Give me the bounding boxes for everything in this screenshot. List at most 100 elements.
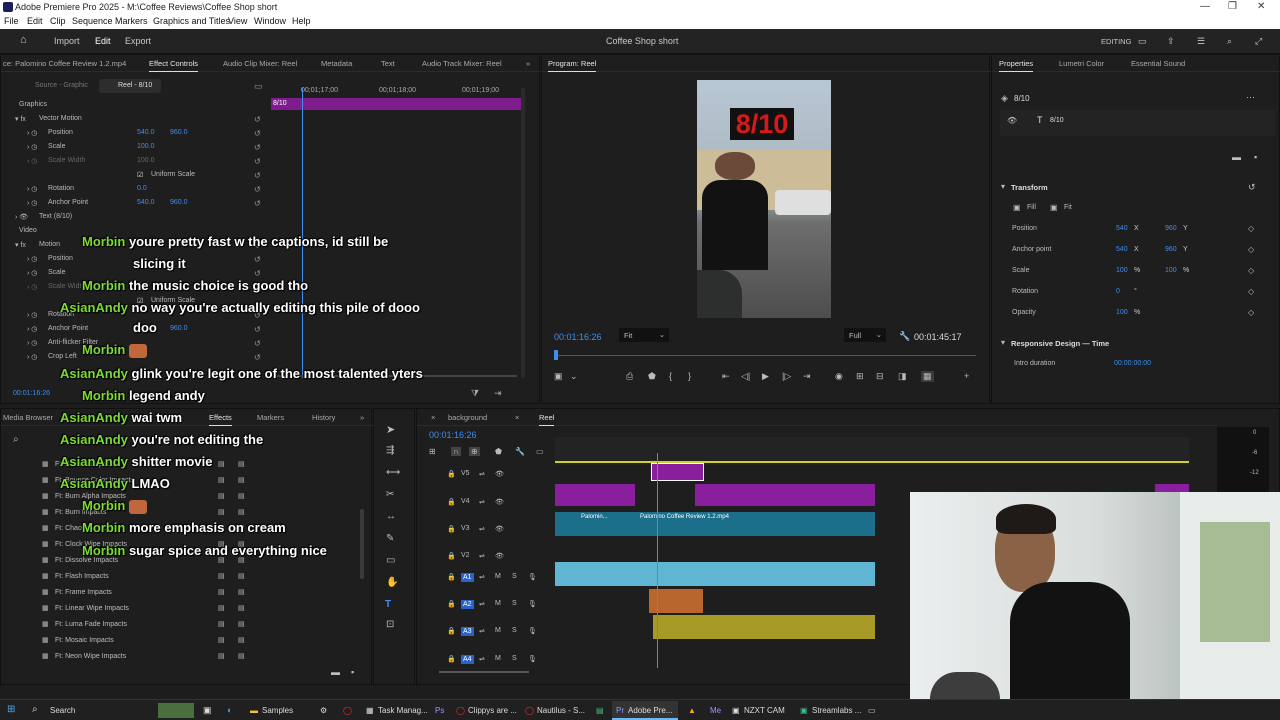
workspace-icon[interactable]: ▭	[1138, 36, 1147, 47]
razor-tool-icon[interactable]: ✂	[386, 489, 394, 500]
program-timecode[interactable]: 00:01:16:26	[554, 332, 602, 342]
menu-help[interactable]: Help	[292, 16, 311, 26]
lock-icon[interactable]: 🔒	[447, 498, 456, 506]
reset-icon[interactable]: ↺	[254, 353, 261, 362]
menu-clip[interactable]: Clip	[50, 16, 66, 26]
solo-icon[interactable]: S	[512, 600, 517, 607]
add-marker-icon[interactable]: ⬟	[495, 447, 502, 456]
score-overlay[interactable]: 8/10	[730, 108, 794, 140]
eye-icon[interactable]: 👁	[495, 498, 504, 506]
track-header[interactable]: 🔒 A4 ⇌ M S 🎙	[435, 654, 553, 668]
reset-icon[interactable]: ↺	[254, 171, 261, 180]
search-icon[interactable]: ⌕	[13, 434, 19, 445]
spreadsheet-icon[interactable]: ▤	[596, 706, 604, 715]
tab-program[interactable]: Program: Reel	[548, 59, 597, 72]
menu-view[interactable]: View	[228, 16, 247, 26]
eye-icon[interactable]: 👁	[495, 525, 504, 533]
caption-tool-icon[interactable]: ⊡	[386, 619, 394, 630]
minimize-icon[interactable]: —	[1200, 1, 1210, 12]
tab-markers[interactable]: Markers	[257, 413, 284, 422]
safe-margins-icon[interactable]: ▦	[921, 371, 934, 382]
ec-clip-bar[interactable]: 8/10	[271, 98, 521, 110]
chevron-right-icon[interactable]: › ◷	[27, 325, 37, 333]
fit-dropdown[interactable]: Fit ⌄	[619, 328, 669, 342]
lock-icon[interactable]: 🔒	[447, 552, 456, 560]
lock-icon[interactable]: 🔒	[447, 470, 456, 478]
track-header[interactable]: 🔒 A1 ⇌ M S 🎙	[435, 572, 553, 586]
sync-lock-icon[interactable]: ⇌	[479, 552, 485, 560]
chevron-right-icon[interactable]: › ◷	[27, 339, 37, 347]
chevron-down-icon[interactable]: ▾ fx	[15, 115, 26, 123]
transform-y-value[interactable]: 100	[1165, 267, 1177, 274]
effects-scrollbar[interactable]	[360, 509, 364, 579]
delete-icon[interactable]: ▪	[351, 667, 354, 677]
workspace-mode[interactable]: EDITING	[1101, 37, 1131, 46]
menu-window[interactable]: Window	[254, 16, 286, 26]
lock-icon[interactable]: 🔒	[447, 525, 456, 533]
fullscreen-icon[interactable]: ⤢	[1255, 36, 1262, 47]
slip-tool-icon[interactable]: ↔	[386, 511, 396, 522]
resolution-dropdown[interactable]: Full ⌄	[844, 328, 886, 342]
step-back-icon[interactable]: ◁|	[741, 371, 750, 382]
menu-markers[interactable]: Markers	[115, 16, 148, 26]
keyframe-icon[interactable]: ◇	[1248, 308, 1254, 317]
effect-list-item[interactable]: ▦ Ft: Luma Fade Impacts ▤ ▤	[1, 619, 351, 633]
tab-effects[interactable]: Effects	[209, 413, 232, 426]
tab-history[interactable]: History	[312, 413, 335, 422]
chevron-right-icon[interactable]: › ◷	[27, 143, 37, 151]
reset-icon[interactable]: ↺	[254, 255, 261, 264]
solo-icon[interactable]: S	[512, 627, 517, 634]
tab-audio-clip-mixer[interactable]: Audio Clip Mixer: Reel	[223, 59, 297, 68]
ec-anchor-y[interactable]: 960.0	[170, 199, 188, 206]
chevron-right-icon[interactable]: › ◷	[27, 185, 37, 193]
lock-icon[interactable]: 🔒	[447, 600, 456, 608]
opera-icon[interactable]: ◯	[343, 706, 352, 715]
settings-icon[interactable]: ⌄	[570, 371, 578, 382]
ec-position-y[interactable]: 960.0	[170, 129, 188, 136]
track-select-icon[interactable]: ⇶	[386, 445, 394, 456]
panels-icon[interactable]: ☰	[1197, 36, 1205, 47]
windows-start-icon[interactable]: ⊞	[7, 704, 15, 715]
go-to-in-icon[interactable]: ⇤	[722, 371, 730, 382]
edge-icon[interactable]: ◐	[227, 705, 232, 715]
ec-playhead[interactable]	[302, 88, 303, 378]
audio-clip-a3[interactable]	[653, 615, 875, 639]
task-view-icon[interactable]: ▣	[203, 705, 212, 716]
lock-icon[interactable]: 🔒	[447, 627, 456, 635]
track-header[interactable]: 🔒 V5 ⇌ 👁	[435, 469, 553, 483]
add-button-icon[interactable]: +	[964, 371, 969, 381]
chevron-down-icon[interactable]: ▾	[1001, 338, 1005, 347]
taskbar-task-manager[interactable]: Task Manag...	[378, 706, 428, 715]
more-options-icon[interactable]: ⋯	[1246, 92, 1255, 103]
marker-icon[interactable]: ⬟	[648, 371, 656, 382]
sync-lock-icon[interactable]: ⇌	[479, 600, 485, 608]
tab-background[interactable]: background	[448, 413, 487, 422]
taskbar-clippys[interactable]: Clippys are ...	[468, 706, 517, 715]
tab-text[interactable]: Text	[381, 59, 395, 68]
microphone-icon[interactable]: 🎙	[528, 600, 537, 608]
program-playhead[interactable]	[554, 350, 558, 360]
solo-icon[interactable]: S	[512, 573, 517, 580]
chevron-down-icon[interactable]: ▾ fx	[15, 241, 26, 249]
graphic-clip[interactable]	[555, 484, 635, 506]
taskbar-nzxt[interactable]: NZXT CAM	[744, 706, 785, 715]
overflow-icon[interactable]: »	[360, 413, 364, 422]
effect-list-item[interactable]: ▦ Ft: Burn Alpha Impacts ▤ ▤	[1, 491, 351, 505]
tab-media-browser[interactable]: Media Browser	[3, 413, 53, 422]
effect-list-item[interactable]: ▦ Ft: Neon Wipe Impacts ▤ ▤	[1, 651, 351, 665]
wrench-icon[interactable]: 🔧	[515, 447, 525, 456]
widgets-image[interactable]	[158, 703, 194, 718]
camera-icon[interactable]: ◉	[835, 371, 843, 382]
tab-metadata[interactable]: Metadata	[321, 59, 352, 68]
track-header[interactable]: 🔒 A3 ⇌ M S 🎙	[435, 626, 553, 640]
graphic-clip[interactable]	[695, 484, 825, 506]
eye-icon[interactable]: › 👁	[15, 213, 28, 221]
media-encoder-icon[interactable]: Me	[710, 706, 721, 715]
export-icon[interactable]: ⇥	[494, 388, 502, 399]
export-tab[interactable]: Export	[125, 36, 151, 46]
reset-icon[interactable]: ↺	[254, 269, 261, 278]
track-header[interactable]: 🔒 V2 ⇌ 👁	[435, 551, 553, 565]
close-icon[interactable]: ✕	[1257, 1, 1265, 12]
timeline-timecode[interactable]: 00:01:16:26	[429, 430, 477, 440]
reset-icon[interactable]: ↺	[254, 199, 261, 208]
